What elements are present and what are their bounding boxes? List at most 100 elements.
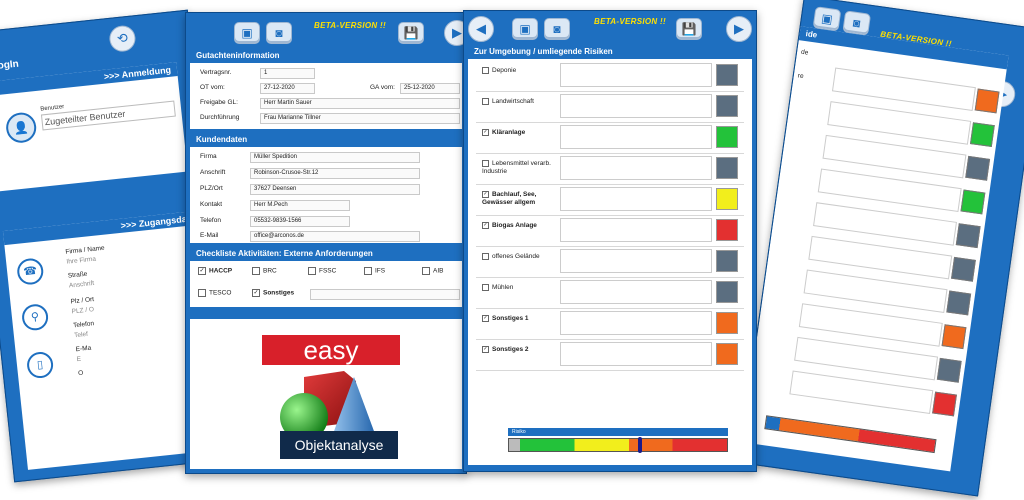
vertragsnr-label: Vertragsnr. [200,69,232,76]
right-color-swatch[interactable] [932,391,957,417]
camera-icon[interactable]: ◙ [266,22,292,44]
firma-placeholder[interactable]: Ihre Firma [66,256,96,266]
checkbox-checked[interactable]: ✓ [482,191,489,198]
risk-row-label[interactable]: ✓ Biogas Anlage [482,222,552,230]
risk-note-input[interactable] [560,218,712,242]
risk-note-input[interactable] [560,280,712,304]
checklist-panel: Checkliste Aktivitäten: Externe Anforder… [190,247,462,307]
risk-row-label[interactable]: Deponie [482,67,552,75]
firma-field[interactable]: Müller Spedition [250,152,420,163]
telefon-placeholder[interactable]: Telef [74,331,88,339]
vertragsnr-field[interactable]: 1 [260,68,315,79]
right-color-swatch[interactable] [946,290,972,316]
forward-icon[interactable]: ▶ [726,16,752,42]
right-color-swatch[interactable] [960,189,986,215]
checkbox-checked[interactable]: ✓ [198,267,206,275]
telefon-field[interactable]: 05532-9839-1566 [250,216,350,227]
right-color-swatch[interactable] [936,357,962,383]
risk-note-input[interactable] [560,156,712,180]
risk-color-swatch[interactable] [716,281,738,303]
risk-note-input[interactable] [560,94,712,118]
email-field[interactable]: office@arconos.de [250,231,420,242]
checkbox[interactable] [482,253,489,260]
risk-color-swatch[interactable] [716,126,738,148]
checklist-item[interactable]: TESCO [198,289,231,297]
risk-note-input[interactable] [560,311,712,335]
right-row-frag-2: re [797,72,804,81]
checkbox[interactable] [482,67,489,74]
kontakt-field[interactable]: Herr M.Pech [250,200,350,211]
freigabe-field[interactable]: Herr Martin Sauer [260,98,460,109]
plz-placeholder[interactable]: PLZ / O [71,306,94,315]
checkbox[interactable] [422,267,430,275]
risk-color-swatch[interactable] [716,157,738,179]
risk-row-label[interactable]: Landwirtschaft [482,98,552,106]
checklist-item[interactable]: ✓ Sonstiges [252,289,294,297]
ot-field[interactable]: 27-12-2020 [260,83,315,94]
risk-color-swatch[interactable] [716,64,738,86]
risk-color-swatch[interactable] [716,343,738,365]
checkbox-checked[interactable]: ✓ [252,289,260,297]
save-icon[interactable]: 💾 [398,22,424,44]
beta-label: BETA-VERSION !! [594,17,666,26]
checkbox-checked[interactable]: ✓ [482,315,489,322]
right-color-swatch[interactable] [965,155,991,181]
risk-row-label[interactable]: ✓ Sonstiges 1 [482,315,552,323]
checkbox-checked[interactable]: ✓ [482,346,489,353]
sonstiges-field[interactable] [310,289,460,300]
checkbox-checked[interactable]: ✓ [482,129,489,136]
durchfuehrung-field[interactable]: Frau Marianne Tillner [260,113,460,124]
checkbox[interactable] [364,267,372,275]
risk-note-input[interactable] [560,342,712,366]
checkbox[interactable] [482,284,489,291]
checkbox[interactable] [482,98,489,105]
risk-row-label[interactable]: ✓ Sonstiges 2 [482,346,552,354]
right-color-swatch[interactable] [951,256,976,282]
right-color-swatch[interactable] [941,324,967,350]
risk-row-label[interactable]: Mühlen [482,284,552,292]
risk-row-text: Bachlauf, See, Gewässer allgem [482,191,537,207]
risk-row: Lebensmittel verarb. Industrie [476,154,744,185]
risk-row-label[interactable]: offenes Gelände [482,253,552,261]
anschrift-field[interactable]: Robinson-Crusoe-Str.12 [250,168,420,179]
checklist-item[interactable]: IFS [364,267,385,275]
plz-field[interactable]: 37627 Deensen [250,184,420,195]
risk-color-swatch[interactable] [716,188,738,210]
right-color-swatch[interactable] [969,122,995,148]
risk-note-input[interactable] [560,187,712,211]
access-section-header: >>> Zugangsda [2,211,194,246]
ga-field[interactable]: 25-12-2020 [400,83,460,94]
risk-note-input[interactable] [560,125,712,149]
right-color-swatch[interactable] [955,223,981,249]
email-placeholder[interactable]: E [76,356,81,363]
right-color-swatch[interactable] [974,88,1000,114]
checkbox[interactable] [482,160,489,167]
risk-color-swatch[interactable] [716,219,738,241]
checklist-item[interactable]: FSSC [308,267,336,275]
camera-icon[interactable]: ◙ [544,18,570,40]
checklist-item[interactable]: BRC [252,267,277,275]
back-icon[interactable]: ◀ [468,16,494,42]
strasse-placeholder[interactable]: Anschrift [69,280,95,290]
risk-color-swatch[interactable] [716,95,738,117]
risk-note-input[interactable] [560,249,712,273]
save-icon[interactable]: 💾 [676,18,702,40]
risk-row-label[interactable]: ✓ Bachlauf, See, Gewässer allgem [482,191,552,207]
checkbox[interactable] [252,267,260,275]
checklist-item[interactable]: AIB [422,267,443,275]
image-icon[interactable]: ▣ [234,22,260,44]
checkbox[interactable] [198,289,206,297]
checklist-item[interactable]: ✓ HACCP [198,267,232,275]
risk-row-label[interactable]: ✓ Kläranlage [482,129,552,137]
risk-color-swatch[interactable] [716,250,738,272]
risk-screen: ◀ ▣ ◙ BETA-VERSION !! 💾 ▶ Zur Umgebung /… [463,10,757,472]
logo-panel: easy Objektanalyse [190,319,462,469]
checkbox[interactable] [308,267,316,275]
risk-row-label[interactable]: Lebensmittel verarb. Industrie [482,160,552,176]
risk-note-input[interactable] [560,63,712,87]
refresh-icon[interactable]: ⟲ [108,24,137,53]
checkbox-checked[interactable]: ✓ [482,222,489,229]
image-icon[interactable]: ▣ [512,18,538,40]
risk-color-swatch[interactable] [716,312,738,334]
risk-marker[interactable] [637,437,642,453]
